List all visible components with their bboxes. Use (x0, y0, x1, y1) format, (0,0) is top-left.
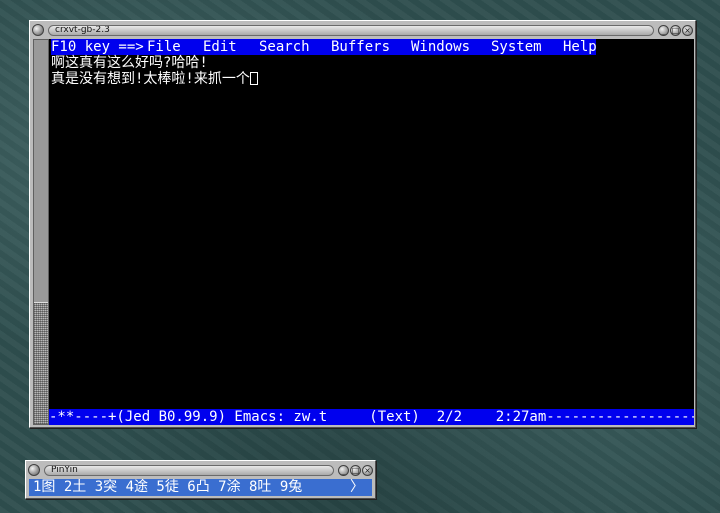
ime-window-menu-icon[interactable] (28, 464, 40, 476)
ime-maximize-icon[interactable]: □ (350, 464, 361, 476)
ime-next-page-button[interactable]: 〉 (350, 479, 364, 496)
menu-system[interactable]: System (491, 39, 542, 55)
ime-minimize-icon[interactable]: _ (338, 464, 349, 476)
close-icon[interactable]: × (682, 24, 693, 36)
editor-menubar: F10 key ==> File Edit Search Buffers Win… (51, 39, 597, 55)
menu-file[interactable]: File (147, 39, 181, 55)
menu-search[interactable]: Search (259, 39, 310, 55)
menu-help[interactable]: Help (563, 39, 597, 55)
terminal-screen[interactable]: F10 key ==> File Edit Search Buffers Win… (49, 39, 694, 425)
text-line-1: 啊这真有这么好吗?哈哈! (51, 55, 208, 71)
minimize-icon[interactable]: _ (658, 24, 669, 36)
text-line-1-content: 啊这真有这么好吗?哈哈! (51, 55, 208, 71)
pinyin-ime-window: PinYin _ □ × 1图 2土 3突 4途 5徒 6凸 7涂 8吐 9兔 … (25, 460, 376, 499)
menu-buffers[interactable]: Buffers (331, 39, 390, 55)
terminal-scrollbar[interactable] (33, 39, 49, 425)
ime-close-icon[interactable]: × (362, 464, 373, 476)
text-cursor (249, 72, 258, 85)
text-line-2-content: 真是没有想到!太棒啦!来抓一个 (51, 71, 250, 87)
window-menu-icon[interactable] (32, 24, 44, 36)
ime-titlebar[interactable]: PinYin _ □ × (28, 463, 373, 477)
terminal-window: crxvt-gb-2.3 _ □ × F10 key ==> File Edit… (29, 20, 696, 428)
maximize-icon[interactable]: □ (670, 24, 681, 36)
ime-title: PinYin (44, 464, 334, 476)
menu-edit[interactable]: Edit (203, 39, 237, 55)
editor-statusline: -**----+(Jed B0.99.9) Emacs: zw.t (Text)… (49, 409, 694, 425)
menubar-f10-hint: F10 key ==> (51, 39, 144, 55)
text-line-2: 真是没有想到!太棒啦!来抓一个 (51, 71, 258, 87)
terminal-titlebar[interactable]: crxvt-gb-2.3 _ □ × (32, 23, 693, 37)
terminal-title: crxvt-gb-2.3 (48, 24, 654, 36)
ime-candidate-bar: 1图 2土 3突 4途 5徒 6凸 7涂 8吐 9兔 〉 (29, 479, 372, 496)
scrollbar-thumb[interactable] (34, 302, 48, 424)
menu-windows[interactable]: Windows (411, 39, 470, 55)
ime-candidate-list[interactable]: 1图 2土 3突 4途 5徒 6凸 7涂 8吐 9兔 (33, 479, 302, 496)
